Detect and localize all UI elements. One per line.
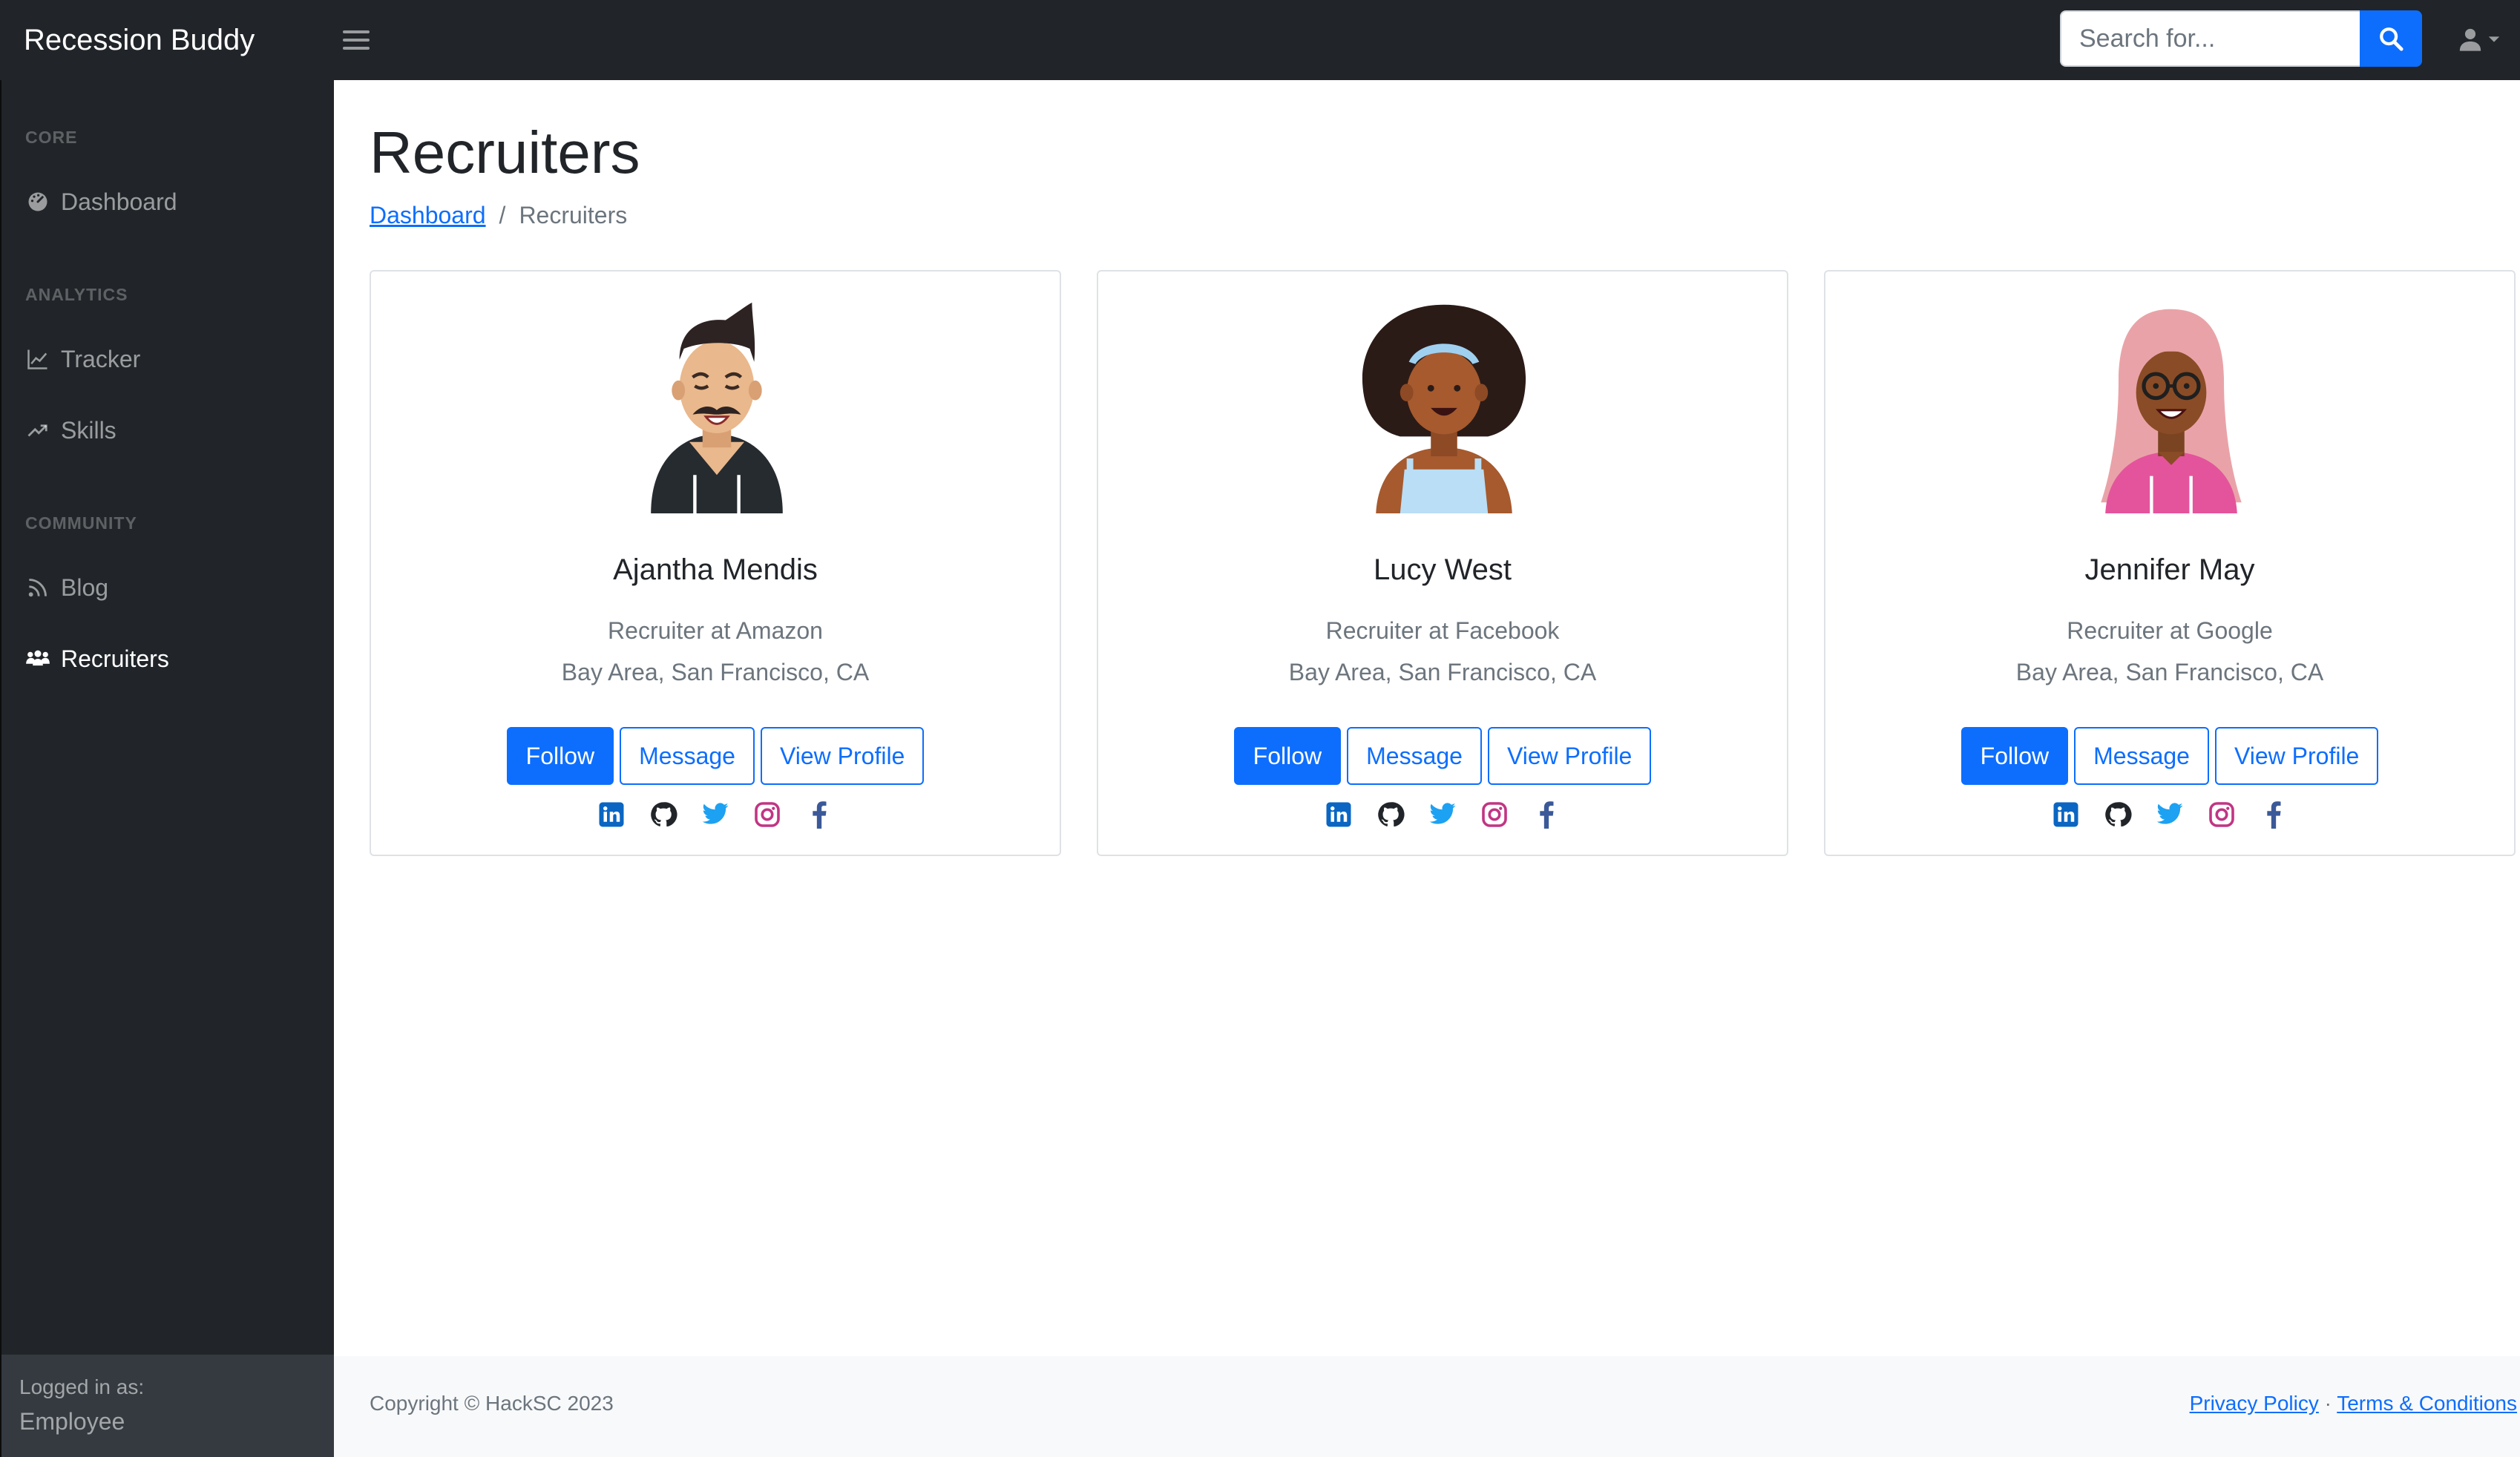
view-profile-button[interactable]: View Profile bbox=[1487, 727, 1652, 785]
footer-separator: · bbox=[2324, 1392, 2332, 1415]
breadcrumb-link-dashboard[interactable]: Dashboard bbox=[370, 202, 486, 229]
woman-pink-hair-avatar bbox=[2101, 309, 2242, 513]
social-links bbox=[1825, 798, 2514, 831]
recruiter-card: Lucy West Recruiter at Facebook Bay Area… bbox=[1097, 270, 1788, 856]
page-title: Recruiters bbox=[370, 119, 640, 185]
brand-logo[interactable]: Recession Buddy bbox=[24, 0, 255, 80]
social-links bbox=[371, 798, 1060, 831]
recruiter-card: Ajantha Mendis Recruiter at Amazon Bay A… bbox=[370, 270, 1061, 856]
recruiter-name: Ajantha Mendis bbox=[613, 553, 818, 586]
follow-button[interactable]: Follow bbox=[1960, 727, 2069, 785]
sidebar: CORE Dashboard ANALYTICS Tracker Skills … bbox=[0, 80, 334, 1457]
breadcrumb-current: Recruiters bbox=[519, 202, 628, 228]
woman-afro-avatar bbox=[1362, 304, 1526, 513]
top-navbar: Recession Buddy bbox=[0, 0, 2520, 80]
privacy-policy-link[interactable]: Privacy Policy bbox=[2190, 1392, 2319, 1415]
main-content: Recruiters Dashboard / Recruiters Ajanth… bbox=[334, 80, 2520, 1457]
footer-links: Privacy Policy · Terms & Conditions bbox=[2190, 1392, 2517, 1415]
sidebar-item-blog[interactable]: Blog bbox=[25, 565, 108, 610]
rss-icon bbox=[25, 575, 50, 600]
linkedin-icon[interactable] bbox=[595, 798, 628, 831]
card-actions: Follow Message View Profile bbox=[1098, 727, 1787, 785]
follow-button[interactable]: Follow bbox=[506, 727, 614, 785]
terms-link[interactable]: Terms & Conditions bbox=[2337, 1392, 2517, 1415]
user-role: Employee bbox=[19, 1408, 125, 1435]
message-button[interactable]: Message bbox=[1347, 727, 1482, 785]
sidebar-heading-community: COMMUNITY bbox=[25, 513, 137, 533]
caret-down-icon bbox=[2488, 36, 2500, 42]
recruiter-name: Lucy West bbox=[1374, 553, 1512, 586]
copyright-text: Copyright © HackSC 2023 bbox=[370, 1392, 614, 1415]
sidebar-item-skills[interactable]: Skills bbox=[25, 408, 117, 453]
sidebar-item-label: Dashboard bbox=[61, 188, 177, 215]
trend-up-icon bbox=[25, 418, 50, 443]
tachometer-icon bbox=[25, 189, 50, 214]
message-button[interactable]: Message bbox=[620, 727, 755, 785]
facebook-icon[interactable] bbox=[2257, 798, 2290, 831]
view-profile-button[interactable]: View Profile bbox=[2214, 727, 2379, 785]
sidebar-item-dashboard[interactable]: Dashboard bbox=[25, 180, 177, 224]
card-actions: Follow Message View Profile bbox=[1825, 727, 2514, 785]
twitter-icon[interactable] bbox=[699, 798, 732, 831]
recruiter-title: Recruiter at Facebook bbox=[1325, 617, 1560, 644]
sidebar-item-tracker[interactable]: Tracker bbox=[25, 337, 140, 381]
sidebar-toggle-icon[interactable] bbox=[343, 27, 370, 53]
facebook-icon[interactable] bbox=[803, 798, 836, 831]
sidebar-footer: Logged in as: Employee bbox=[1, 1355, 334, 1457]
search-icon bbox=[2380, 27, 2403, 51]
sidebar-item-recruiters[interactable]: Recruiters bbox=[25, 637, 169, 681]
sidebar-heading-analytics: ANALYTICS bbox=[25, 285, 128, 304]
view-profile-button[interactable]: View Profile bbox=[760, 727, 925, 785]
sidebar-item-label: Skills bbox=[61, 416, 117, 444]
man-mustache-avatar bbox=[651, 302, 783, 513]
page-footer: Copyright © HackSC 2023 Privacy Policy ·… bbox=[334, 1356, 2520, 1457]
card-actions: Follow Message View Profile bbox=[371, 727, 1060, 785]
follow-button[interactable]: Follow bbox=[1233, 727, 1342, 785]
github-icon[interactable] bbox=[1374, 798, 1407, 831]
github-icon[interactable] bbox=[2101, 798, 2134, 831]
breadcrumb: Dashboard / Recruiters bbox=[370, 202, 627, 229]
breadcrumb-separator: / bbox=[499, 202, 506, 228]
sidebar-item-label: Blog bbox=[61, 573, 109, 601]
github-icon[interactable] bbox=[647, 798, 680, 831]
sidebar-item-label: Recruiters bbox=[61, 645, 169, 672]
facebook-icon[interactable] bbox=[1530, 798, 1563, 831]
linkedin-icon[interactable] bbox=[1322, 798, 1355, 831]
sidebar-heading-core: CORE bbox=[25, 128, 78, 147]
linkedin-icon[interactable] bbox=[2050, 798, 2082, 831]
user-menu-dropdown[interactable] bbox=[2458, 21, 2510, 58]
recruiter-card: Jennifer May Recruiter at Google Bay Are… bbox=[1824, 270, 2516, 856]
search-button[interactable] bbox=[2360, 10, 2422, 67]
users-icon bbox=[25, 646, 50, 671]
social-links bbox=[1098, 798, 1787, 831]
recruiter-name: Jennifer May bbox=[2084, 553, 2255, 586]
chart-line-icon bbox=[25, 346, 50, 372]
instagram-icon[interactable] bbox=[1478, 798, 1511, 831]
recruiter-title: Recruiter at Google bbox=[2067, 617, 2273, 644]
search-input[interactable] bbox=[2060, 10, 2360, 67]
recruiter-location: Bay Area, San Francisco, CA bbox=[2015, 659, 2324, 685]
recruiter-location: Bay Area, San Francisco, CA bbox=[1288, 659, 1597, 685]
user-icon bbox=[2459, 28, 2481, 51]
recruiter-title: Recruiter at Amazon bbox=[608, 617, 823, 644]
twitter-icon[interactable] bbox=[1426, 798, 1459, 831]
sidebar-item-label: Tracker bbox=[61, 345, 141, 372]
twitter-icon[interactable] bbox=[2153, 798, 2186, 831]
logged-in-label: Logged in as: bbox=[19, 1375, 145, 1398]
message-button[interactable]: Message bbox=[2074, 727, 2209, 785]
instagram-icon[interactable] bbox=[2205, 798, 2238, 831]
instagram-icon[interactable] bbox=[751, 798, 784, 831]
recruiter-location: Bay Area, San Francisco, CA bbox=[561, 659, 870, 685]
